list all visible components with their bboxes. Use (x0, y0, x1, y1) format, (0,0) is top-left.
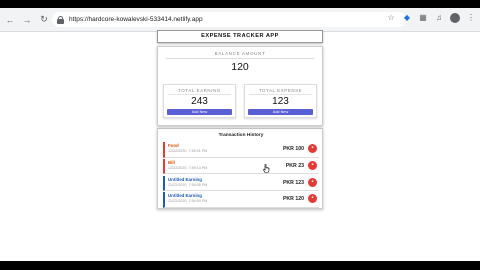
transaction-row: Untitled Earning 12/22/2020, 7:54:05 PM … (163, 175, 319, 192)
balance-card: BALANCE AMOUNT 120 TOTAL EARNING 243 Add… (157, 46, 323, 126)
delete-icon[interactable]: ▪ (308, 177, 317, 187)
puzzle-icon[interactable]: ▦ (418, 13, 428, 23)
expense-value: 123 (272, 96, 289, 107)
lock-icon (57, 15, 64, 24)
transaction-row: Food 12/22/2020, 7:59:21 PM PKR 100 ▪ (163, 142, 319, 158)
more-menu-icon[interactable]: ⋮ (466, 13, 476, 23)
transaction-amount: PKR 120 (282, 196, 304, 203)
hand-cursor-icon (263, 164, 270, 173)
music-icon[interactable]: ♫ (434, 13, 444, 23)
delete-icon[interactable]: ▪ (308, 144, 317, 153)
earning-card: TOTAL EARNING 243 Add New (163, 84, 236, 118)
browser-toolbar: ← → ↻ https://hardcore-kowalevski-533414… (0, 8, 480, 32)
reload-icon[interactable]: ↻ (37, 13, 51, 27)
avatar[interactable] (450, 13, 460, 23)
app-title: EXPENSE TRACKER APP (157, 30, 323, 43)
toolbar-icons: ☆ ◆ ▦ ♫ ⋮ (386, 13, 476, 23)
expense-label: TOTAL EXPENSE (249, 88, 312, 95)
extension-icon[interactable]: ◆ (402, 13, 412, 23)
transaction-amount: PKR 123 (282, 179, 304, 186)
transaction-row: Bill 12/22/2020, 7:59:14 PM PKR 23 ▪ (163, 158, 319, 175)
screen: ← → ↻ https://hardcore-kowalevski-533414… (0, 0, 480, 270)
browser-viewport: ← → ↻ https://hardcore-kowalevski-533414… (0, 8, 480, 261)
balance-label: BALANCE AMOUNT (166, 51, 314, 59)
transaction-row: Untitled Earning 12/22/2020, 7:54:04 PM … (163, 192, 319, 208)
add-earning-button[interactable]: Add New (167, 109, 232, 115)
earning-label: TOTAL EARNING (168, 88, 231, 95)
add-expense-button[interactable]: Add New (248, 109, 313, 115)
url-text: https://hardcore-kowalevski-533414.netli… (69, 16, 203, 23)
star-icon[interactable]: ☆ (386, 13, 396, 23)
expense-tracker-app: EXPENSE TRACKER APP BALANCE AMOUNT 120 T… (157, 30, 325, 209)
transaction-history: Transaction History Food 12/22/2020, 7:5… (157, 128, 323, 209)
back-arrow-icon[interactable]: ← (3, 13, 17, 27)
transaction-amount: PKR 23 (285, 162, 304, 169)
forward-arrow-icon[interactable]: → (20, 13, 34, 27)
history-title: Transaction History (218, 133, 264, 138)
expense-card: TOTAL EXPENSE 123 Add New (244, 84, 317, 118)
address-bar[interactable]: https://hardcore-kowalevski-533414.netli… (52, 12, 406, 27)
delete-icon[interactable]: ▪ (308, 160, 317, 170)
earning-value: 243 (191, 96, 208, 107)
balance-value: 120 (231, 61, 249, 73)
transaction-amount: PKR 100 (282, 146, 304, 152)
